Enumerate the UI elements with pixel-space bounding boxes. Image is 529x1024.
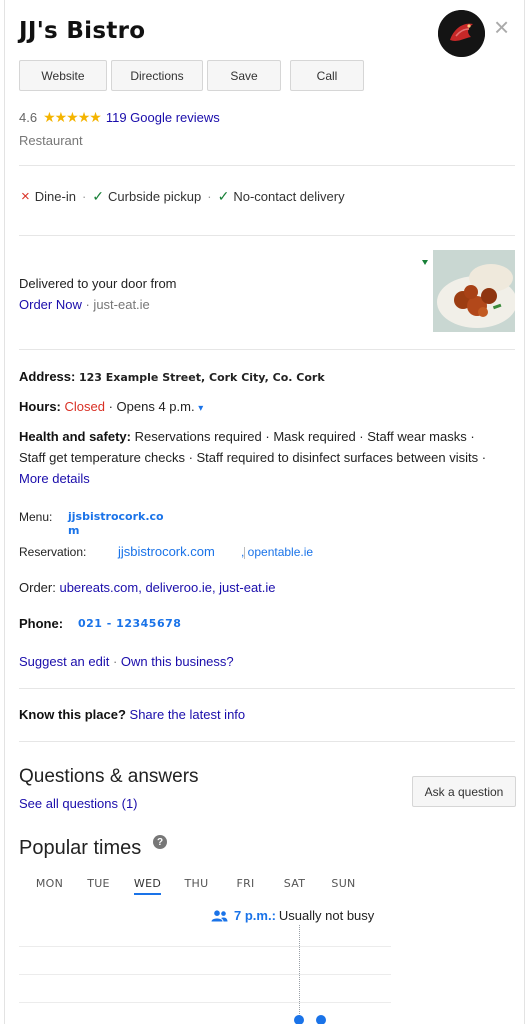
popular-times-title: Popular times: [19, 837, 142, 859]
hours-row[interactable]: Hours: Closed · Opens 4 p.m. ▾: [19, 399, 203, 414]
hours-opens: · Opens 4 p.m.: [108, 399, 195, 414]
service-no-contact: No-contact delivery: [233, 189, 345, 204]
separator: ·: [81, 189, 87, 204]
chart-gridline: [19, 974, 391, 975]
divider: [19, 741, 515, 742]
order-row: Order: ubereats.com, deliveroo.ie, just-…: [19, 580, 276, 595]
current-time-line: [299, 925, 300, 1020]
reservation-label: Reservation:: [19, 545, 87, 559]
hours-label: Hours:: [19, 399, 61, 414]
divider: [19, 349, 515, 350]
directions-button[interactable]: Directions: [111, 60, 203, 91]
busy-bar[interactable]: [294, 1015, 304, 1024]
people-icon: [211, 909, 228, 921]
divider: [19, 235, 515, 236]
chart-gridline: [19, 1002, 391, 1003]
menu-label: Menu:: [19, 510, 53, 524]
check-icon: ✓: [217, 188, 230, 204]
delivery-text: Delivered to your door from: [19, 276, 177, 291]
rating-value: 4.6: [19, 110, 38, 125]
health-safety: Health and safety: Reservations required…: [19, 426, 499, 489]
delivery-source: · just-eat.ie: [85, 297, 150, 312]
know-label: Know this place?: [19, 707, 126, 722]
tab-tue[interactable]: TUE: [74, 877, 123, 890]
own-business-link[interactable]: Own this business?: [121, 654, 234, 669]
address-row: Address: 123 Example Street, Cork City, …: [19, 369, 325, 384]
qa-title: Questions & answers: [19, 766, 199, 787]
tab-sun[interactable]: SUN: [319, 877, 368, 890]
help-icon[interactable]: ?: [153, 835, 167, 849]
save-button[interactable]: Save: [207, 60, 281, 91]
service-options: × Dine-in · ✓ Curbside pickup · ✓ No-con…: [21, 188, 345, 205]
busy-time: 7 p.m.:: [234, 908, 276, 923]
phone-link[interactable]: 021 - 12345678: [78, 617, 181, 630]
busy-indicator: 7 p.m.: Usually not busy: [211, 908, 374, 923]
health-label: Health and safety:: [19, 429, 131, 444]
tab-wed[interactable]: WED: [123, 877, 172, 895]
menu-link[interactable]: jjsbistrocork.com: [68, 510, 173, 538]
day-tabs: MON TUE WED THU FRI SAT SUN: [25, 877, 368, 895]
chevron-down-icon[interactable]: ▾: [198, 403, 203, 414]
suggest-row: Suggest an edit · Own this business?: [19, 654, 234, 669]
reviews-link[interactable]: 119 Google reviews: [106, 110, 220, 125]
reservation-link[interactable]: jjsbistrocork.com: [118, 544, 215, 559]
busy-bar[interactable]: [316, 1015, 326, 1024]
order-links[interactable]: ubereats.com, deliveroo.ie, just-eat.ie: [59, 580, 275, 595]
more-details-link[interactable]: More details: [19, 471, 90, 486]
order-now-link[interactable]: Order Now: [19, 297, 82, 312]
separator: ·: [109, 654, 121, 669]
divider: [19, 165, 515, 166]
call-button[interactable]: Call: [290, 60, 364, 91]
ask-question-button[interactable]: Ask a question: [412, 776, 516, 807]
star-rating-icon: ★★★★★: [43, 109, 102, 125]
rating-row: 4.6 ★★★★★ 119 Google reviews: [19, 109, 220, 126]
tab-mon[interactable]: MON: [25, 877, 74, 890]
share-info-link[interactable]: Share the latest info: [126, 707, 246, 722]
tab-fri[interactable]: FRI: [221, 877, 270, 890]
suggest-edit-link[interactable]: Suggest an edit: [19, 654, 109, 669]
close-icon[interactable]: ×: [494, 14, 509, 40]
category-label: Restaurant: [19, 133, 83, 148]
know-row: Know this place? Share the latest info: [19, 707, 245, 722]
place-title: JJ's Bistro: [19, 18, 146, 44]
cross-icon: ×: [21, 188, 30, 205]
address-label: Address:: [19, 369, 76, 384]
place-panel: JJ's Bistro × Website Directions Save Ca…: [4, 0, 525, 1024]
address-value: 123 Example Street, Cork City, Co. Cork: [78, 371, 325, 384]
delivery-order-row: Order Now · just-eat.ie: [19, 297, 150, 312]
service-curbside: Curbside pickup: [108, 189, 202, 204]
restaurant-logo[interactable]: [438, 10, 485, 57]
phone-label: Phone:: [19, 616, 64, 631]
reservation-link-opentable[interactable]: , opentable.ie: [241, 545, 313, 559]
order-label: Order:: [19, 580, 60, 595]
check-icon: ✓: [92, 188, 105, 204]
website-button[interactable]: Website: [19, 60, 107, 91]
service-dine-in: Dine-in: [34, 189, 76, 204]
tab-sat[interactable]: SAT: [270, 877, 319, 890]
chart-gridline: [19, 946, 391, 947]
tab-thu[interactable]: THU: [172, 877, 221, 890]
hours-status: Closed: [64, 399, 105, 414]
food-photo[interactable]: [433, 250, 515, 332]
separator: ·: [207, 189, 212, 204]
ad-marker-icon: [422, 260, 428, 265]
see-all-questions-link[interactable]: See all questions (1): [19, 796, 138, 811]
busy-status: Usually not busy: [278, 908, 375, 923]
divider: [19, 688, 515, 689]
